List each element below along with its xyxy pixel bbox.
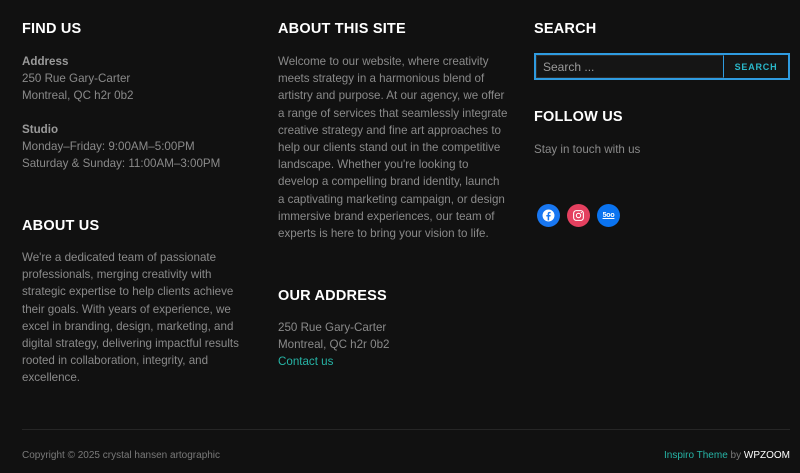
our-address-text: 250 Rue Gary-Carter Montreal, QC h2r 0b2… bbox=[278, 319, 513, 371]
about-us-line: excel in branding, design, marketing, an… bbox=[22, 319, 234, 333]
instagram-icon[interactable] bbox=[567, 204, 590, 227]
theme-credit: Inspiro Theme by WPZOOM bbox=[664, 450, 790, 461]
about-site-line: landscape. Whether you're looking to bbox=[278, 158, 469, 172]
500px-icon[interactable]: 5oo bbox=[597, 204, 620, 227]
about-site-line: experts is here to bring your vision to … bbox=[278, 227, 489, 241]
about-site-line: meets strategy in a harmonious blend of bbox=[278, 72, 485, 86]
about-us-line: their goals. With years of experience, w… bbox=[22, 302, 231, 316]
search-input[interactable] bbox=[536, 55, 724, 78]
address-line: Montreal, QC h2r 0b2 bbox=[22, 89, 134, 103]
about-us-line: We're a dedicated team of passionate bbox=[22, 251, 217, 264]
footer-divider bbox=[22, 429, 790, 430]
about-site-line: help our clients stand out in the compet… bbox=[278, 141, 501, 155]
about-site-line: creative strategy and fine art approache… bbox=[278, 123, 501, 137]
studio-hours-line: Monday–Friday: 9:00AM–5:00PM bbox=[22, 140, 195, 154]
copyright-text: Copyright © 2025 crystal hansen artograp… bbox=[22, 450, 221, 461]
about-site-line: a range of services that seamlessly inte… bbox=[278, 106, 508, 120]
wpzoom-link[interactable]: WPZOOM bbox=[744, 450, 790, 461]
follow-us-heading: FOLLOW US bbox=[534, 109, 623, 125]
our-address-line: 250 Rue Gary-Carter bbox=[278, 321, 387, 334]
about-site-line: Welcome to our website, where creativity bbox=[278, 55, 489, 68]
search-form: SEARCH bbox=[534, 53, 790, 80]
studio-hours-line: Saturday & Sunday: 11:00AM–3:00PM bbox=[22, 157, 221, 171]
about-us-heading: ABOUT US bbox=[22, 218, 100, 234]
address-label: Address bbox=[22, 55, 69, 68]
about-site-line: develop a compelling brand identity, lau… bbox=[278, 175, 500, 189]
about-us-line: digital strategy, delivering impactful r… bbox=[22, 337, 239, 351]
instagram-glyph bbox=[573, 210, 584, 221]
about-us-text: We're a dedicated team of passionate pro… bbox=[22, 249, 252, 387]
inspiro-theme-link[interactable]: Inspiro Theme bbox=[664, 450, 728, 461]
facebook-glyph bbox=[542, 209, 555, 222]
about-site-line: immersive brand experiences, our team of bbox=[278, 209, 495, 223]
about-site-line: a captivating marketing campaign, or des… bbox=[278, 192, 505, 206]
social-links: 5oo bbox=[537, 204, 620, 227]
about-site-line: artistry and purpose. At our agency, we … bbox=[278, 89, 505, 103]
follow-us-subtitle: Stay in touch with us bbox=[534, 143, 641, 156]
find-us-heading: FIND US bbox=[22, 21, 82, 37]
find-us-address: Address 250 Rue Gary-Carter Montreal, QC… bbox=[22, 53, 252, 105]
search-button[interactable]: SEARCH bbox=[724, 55, 788, 78]
our-address-heading: OUR ADDRESS bbox=[278, 288, 387, 304]
about-us-line: excellence. bbox=[22, 371, 81, 385]
about-site-heading: ABOUT THIS SITE bbox=[278, 21, 406, 37]
studio-label: Studio bbox=[22, 123, 59, 136]
about-us-line: professionals, merging creativity with bbox=[22, 268, 212, 282]
address-line: 250 Rue Gary-Carter bbox=[22, 72, 131, 86]
about-site-text: Welcome to our website, where creativity… bbox=[278, 53, 513, 242]
contact-us-link[interactable]: Contact us bbox=[278, 353, 513, 370]
facebook-icon[interactable] bbox=[537, 204, 560, 227]
500px-glyph: 5oo bbox=[602, 212, 615, 219]
about-us-line: rooted in collaboration, integrity, and bbox=[22, 354, 209, 368]
credit-by: by bbox=[730, 450, 742, 461]
find-us-studio: Studio Monday–Friday: 9:00AM–5:00PM Satu… bbox=[22, 121, 252, 173]
about-us-line: strategic expertise to help clients achi… bbox=[22, 285, 234, 299]
search-heading: SEARCH bbox=[534, 21, 597, 37]
our-address-line: Montreal, QC h2r 0b2 bbox=[278, 338, 390, 352]
